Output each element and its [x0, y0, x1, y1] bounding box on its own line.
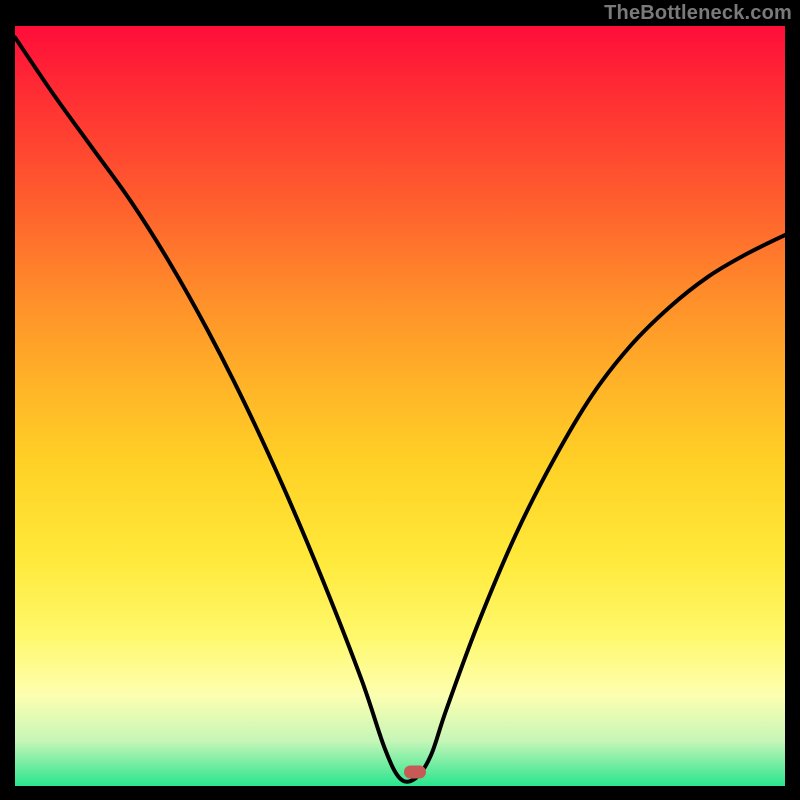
- bottleneck-curve: [15, 26, 785, 786]
- watermark-text: TheBottleneck.com: [604, 2, 792, 25]
- chart-frame: TheBottleneck.com: [0, 0, 800, 800]
- optimal-marker: [404, 766, 426, 779]
- plot-area: [15, 26, 785, 786]
- curve-path: [15, 37, 785, 781]
